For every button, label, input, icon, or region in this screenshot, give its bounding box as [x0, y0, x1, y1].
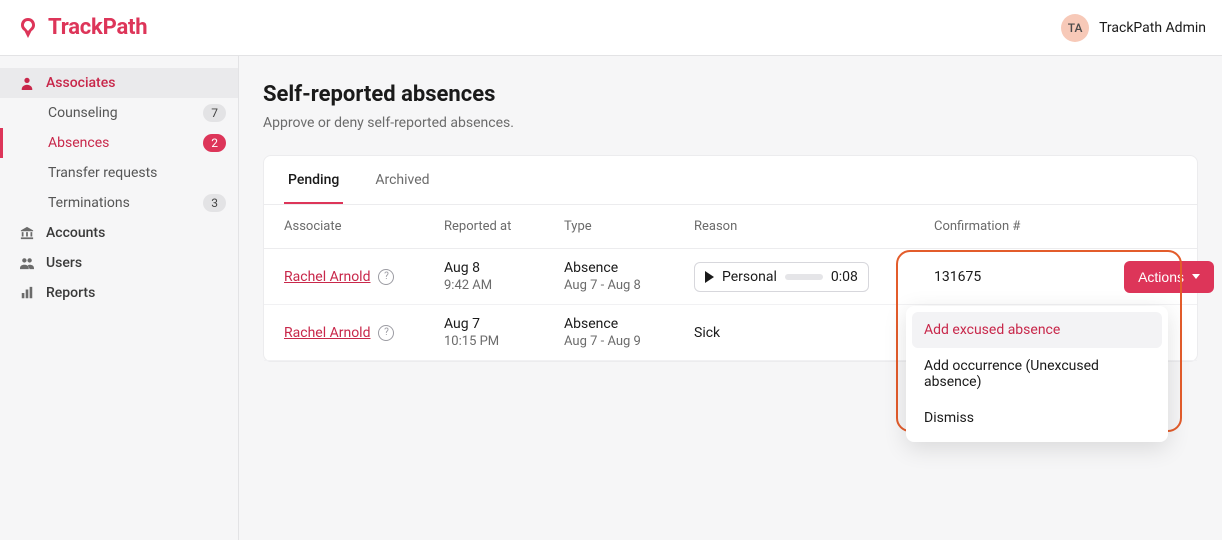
- sidebar-item-associates[interactable]: Associates: [0, 68, 238, 98]
- bars-icon: [18, 286, 36, 300]
- sidebar-item-label: Associates: [46, 75, 115, 91]
- actions-button[interactable]: Actions: [1124, 261, 1214, 293]
- col-reason: Reason: [694, 219, 934, 234]
- confirmation-number: 131675: [934, 269, 1084, 285]
- sidebar-subitem-label: Terminations: [48, 195, 130, 211]
- users-icon: [18, 256, 36, 270]
- reason-text: Sick: [694, 325, 934, 341]
- actions-button-label: Actions: [1138, 269, 1184, 285]
- sidebar-subitem-label: Transfer requests: [48, 165, 157, 181]
- actions-dropdown: Add excused absence Add occurrence (Unex…: [906, 306, 1168, 442]
- audio-track: [785, 274, 823, 280]
- sidebar-subitem-transfer-requests[interactable]: Transfer requests: [0, 158, 238, 188]
- user-name: TrackPath Admin: [1099, 20, 1206, 36]
- sidebar-item-reports[interactable]: Reports: [0, 278, 238, 308]
- play-icon: [705, 271, 714, 283]
- col-reported-at: Reported at: [444, 219, 564, 234]
- person-icon: [18, 76, 36, 90]
- badge: 2: [203, 134, 226, 152]
- reason-label: Personal: [722, 269, 777, 285]
- dropdown-item-add-excused[interactable]: Add excused absence: [912, 312, 1162, 348]
- sidebar-item-label: Users: [46, 255, 82, 271]
- type-label: Absence: [564, 260, 694, 276]
- dropdown-item-dismiss[interactable]: Dismiss: [912, 400, 1162, 436]
- topbar: TrackPath TA TrackPath Admin: [0, 0, 1222, 56]
- help-icon[interactable]: ?: [378, 269, 394, 285]
- sidebar-subitem-counseling[interactable]: Counseling 7: [0, 98, 238, 128]
- sidebar: Associates Counseling 7 Absences 2 Trans…: [0, 56, 239, 540]
- sidebar-subitem-label: Counseling: [48, 105, 118, 121]
- tab-pending[interactable]: Pending: [284, 156, 343, 204]
- sidebar-item-label: Accounts: [46, 225, 105, 241]
- audio-duration: 0:08: [831, 269, 858, 285]
- sidebar-item-accounts[interactable]: Accounts: [0, 218, 238, 248]
- associate-link[interactable]: Rachel Arnold: [284, 269, 370, 285]
- table-header: Associate Reported at Type Reason Confir…: [264, 205, 1197, 249]
- absences-panel: Pending Archived Associate Reported at T…: [263, 155, 1198, 362]
- brand-logo-icon: [16, 16, 40, 40]
- main-content: Self-reported absences Approve or deny s…: [239, 56, 1222, 540]
- bank-icon: [18, 226, 36, 240]
- tab-archived[interactable]: Archived: [371, 156, 433, 204]
- table-row: Rachel Arnold ? Aug 8 9:42 AM Absence Au…: [264, 249, 1197, 305]
- sidebar-subitem-terminations[interactable]: Terminations 3: [0, 188, 238, 218]
- col-associate: Associate: [284, 219, 444, 234]
- reported-time: 10:15 PM: [444, 334, 564, 349]
- user-menu[interactable]: TA TrackPath Admin: [1061, 14, 1206, 42]
- badge: 7: [203, 104, 226, 122]
- chevron-down-icon: [1192, 274, 1200, 279]
- dropdown-item-add-occurrence[interactable]: Add occurrence (Unexcused absence): [912, 348, 1162, 400]
- reported-date: Aug 7: [444, 316, 564, 332]
- reported-time: 9:42 AM: [444, 278, 564, 293]
- page-subtitle: Approve or deny self-reported absences.: [263, 115, 1198, 131]
- badge: 3: [203, 194, 226, 212]
- sidebar-subitem-absences[interactable]: Absences 2: [0, 128, 238, 158]
- brand[interactable]: TrackPath: [16, 15, 147, 40]
- sidebar-item-users[interactable]: Users: [0, 248, 238, 278]
- audio-player[interactable]: Personal 0:08: [694, 262, 869, 292]
- type-label: Absence: [564, 316, 694, 332]
- type-range: Aug 7 - Aug 9: [564, 334, 694, 349]
- associate-link[interactable]: Rachel Arnold: [284, 325, 370, 341]
- type-range: Aug 7 - Aug 8: [564, 278, 694, 293]
- col-confirmation: Confirmation #: [934, 219, 1084, 234]
- help-icon[interactable]: ?: [378, 325, 394, 341]
- sidebar-subitem-label: Absences: [48, 135, 109, 151]
- tabs: Pending Archived: [264, 156, 1197, 205]
- reported-date: Aug 8: [444, 260, 564, 276]
- sidebar-item-label: Reports: [46, 285, 95, 301]
- brand-name: TrackPath: [48, 15, 147, 40]
- avatar: TA: [1061, 14, 1089, 42]
- page-title: Self-reported absences: [263, 82, 1198, 107]
- col-type: Type: [564, 219, 694, 234]
